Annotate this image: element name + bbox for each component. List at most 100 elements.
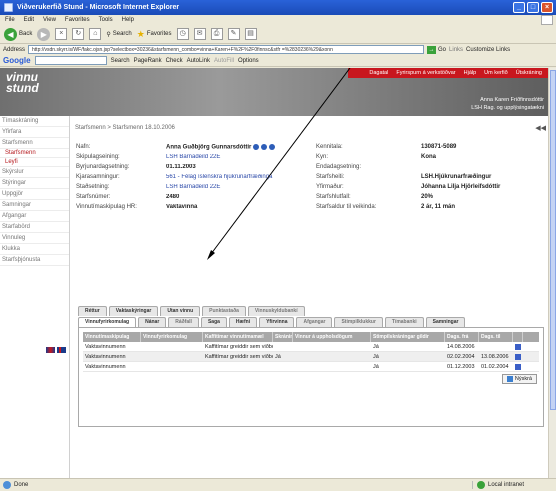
info-row: Vinnutímaskipulag HR: Vaktavinna Starfsa…	[76, 204, 456, 210]
folder-icon[interactable]: ▤	[244, 28, 257, 40]
main-content: Starfsmenn > Starfsmenn 18.10.2006 ◀◀ Na…	[72, 116, 548, 478]
window-title: Viðverukerfið Stund - Microsoft Internet…	[17, 4, 180, 11]
tab-yfirvinna[interactable]: Yfirvinna	[259, 317, 295, 327]
autofill-button[interactable]: AutoFill	[214, 58, 234, 64]
sidebar-item-samningar[interactable]: Samningar	[0, 200, 69, 211]
history-icon[interactable]: ◷	[176, 28, 189, 40]
tab-vinnufyrirkomulag[interactable]: Vinnufyrirkomulag	[78, 317, 137, 327]
sidebar-subitem-leyfi[interactable]: Leyfi	[0, 158, 69, 167]
nav-dagatal[interactable]: Dagatal	[369, 70, 388, 76]
english-flag-icon[interactable]	[46, 347, 55, 353]
menu-edit[interactable]: Edit	[24, 17, 34, 23]
tab-vinnuskyldubanki[interactable]: Vinnuskyldubankí	[247, 306, 305, 316]
nav-fyrirspurn[interactable]: Fyrirspurn á verkstöðvar	[396, 70, 455, 76]
sidebar-item-styringar[interactable]: Stýringar	[0, 178, 69, 189]
print-icon[interactable]: ⎙	[210, 28, 223, 40]
tab-vaktaskyringar[interactable]: Vaktaskýringar	[108, 306, 159, 316]
menu-tools[interactable]: Tools	[99, 17, 113, 23]
sidebar-item-skyrslur[interactable]: Skýrslur	[0, 167, 69, 178]
tab-samningar[interactable]: Samningar	[425, 317, 466, 327]
contract-link[interactable]: 561 - Félag íslenskra hjúkrunarfræðinga	[166, 174, 316, 180]
web-page: vinnu stund Dagatal Fyrirspurn á verkstö…	[0, 68, 548, 478]
add-new-button[interactable]: Nýskrá	[501, 374, 537, 384]
go-button[interactable]: → Go	[427, 45, 446, 54]
browser-toolbar: ◀ Back ▶ × ↻ ⌂ ⚲ Search ★ Favorites ◷ ✉ …	[0, 25, 556, 44]
vertical-scrollbar[interactable]	[548, 68, 556, 478]
info-icon[interactable]	[261, 143, 268, 150]
menu-favorites[interactable]: Favorites	[65, 17, 90, 23]
user-org: LSH Rag. og upplýsingatækni	[471, 105, 544, 111]
location-link[interactable]: LSH Barnadeild 22E	[166, 184, 316, 190]
info-icon[interactable]	[253, 143, 260, 150]
user-info: Anna Karen Friðfinnsdóttir LSH Rag. og u…	[471, 96, 544, 112]
edit-icon[interactable]: ✎	[227, 28, 240, 40]
tab-radfall[interactable]: Ráðfall	[168, 317, 199, 327]
edit-icon[interactable]	[515, 344, 521, 350]
google-search-button[interactable]: Search	[111, 58, 130, 64]
table-row[interactable]: Vaktavinnumenn Kaffitímar greiddir sem vi…	[83, 352, 539, 362]
employee-info: Nafn: Anna Guðbjörg Gunnarsdóttir Kennit…	[76, 142, 546, 212]
maximize-button[interactable]: □	[527, 2, 539, 13]
vinnustund-logo[interactable]: vinnu stund	[6, 71, 39, 94]
info-icon[interactable]	[269, 143, 276, 150]
sidebar: Tímaskráning Yfirfara Starfsmenn Starfsm…	[0, 116, 70, 478]
search-button[interactable]: ⚲ Search	[106, 31, 131, 38]
top-nav: Dagatal Fyrirspurn á verkstöðvar Hjálp U…	[348, 68, 548, 78]
tab-punktastada[interactable]: Punktastaða	[202, 306, 246, 316]
sidebar-item-starfsthjonusta[interactable]: Starfsþjónusta	[0, 255, 69, 266]
home-icon[interactable]: ⌂	[89, 28, 102, 40]
employee-name: Anna Guðbjörg Gunnarsdóttir	[166, 143, 316, 150]
tab-utan-vinnu[interactable]: Utan vinnu	[160, 306, 201, 316]
sidebar-item-starfsmenn[interactable]: Starfsmenn	[0, 138, 69, 149]
nav-hjalp[interactable]: Hjálp	[464, 70, 477, 76]
address-input[interactable]: http://vsdn.skyrr.is/WF/fakc.ojsn.jsp?se…	[28, 45, 425, 54]
tab-afgangar[interactable]: Afgangar	[296, 317, 333, 327]
minimize-button[interactable]: _	[513, 2, 525, 13]
tab-stimpilklukkur[interactable]: Stimpilklukkur	[334, 317, 383, 327]
address-label: Address	[3, 46, 26, 53]
sidebar-item-yfirfara[interactable]: Yfirfara	[0, 127, 69, 138]
prev-next-arrows-icon[interactable]: ◀◀	[535, 124, 546, 132]
menu-help[interactable]: Help	[122, 17, 134, 23]
back-button[interactable]: ◀ Back	[4, 27, 32, 41]
language-flags	[46, 347, 66, 353]
check-button[interactable]: Check	[166, 58, 183, 64]
favorites-button[interactable]: ★ Favorites	[137, 29, 172, 40]
plus-icon	[506, 376, 513, 382]
google-search-input[interactable]	[34, 56, 107, 65]
nav-um-kerfid[interactable]: Um kerfið	[484, 70, 508, 76]
table-row[interactable]: Vaktavinnumenn Já 01.12.2003 01.02.2004	[83, 362, 539, 372]
sidebar-item-uppgjor[interactable]: Uppgjör	[0, 189, 69, 200]
refresh-icon[interactable]: ↻	[72, 28, 85, 40]
tab-haefni[interactable]: Hæfni	[228, 317, 258, 327]
scrollbar-thumb[interactable]	[550, 70, 556, 410]
menu-file[interactable]: File	[5, 17, 15, 23]
info-row: Nafn: Anna Guðbjörg Gunnarsdóttir Kennit…	[76, 143, 457, 151]
mail-icon[interactable]: ✉	[193, 28, 206, 40]
tab-rettur[interactable]: Réttur	[78, 306, 107, 316]
edit-icon[interactable]	[515, 354, 521, 360]
links-label[interactable]: Links	[449, 47, 463, 53]
close-button[interactable]: ×	[541, 2, 553, 13]
nav-utskraning[interactable]: Útskráning	[516, 70, 542, 76]
forward-button[interactable]: ▶	[37, 27, 51, 41]
table-row[interactable]: Vaktavinnumenn Kaffitímar greiddir sem vi…	[83, 342, 539, 352]
pagerank-indicator[interactable]: PageRank	[134, 58, 162, 64]
tab-timabanki[interactable]: Tímabanki	[384, 317, 424, 327]
sidebar-item-starfabord[interactable]: Starfabörd	[0, 222, 69, 233]
sidebar-subitem-starfsmenn[interactable]: Starfsmenn	[0, 149, 69, 158]
sidebar-item-vinnuleg[interactable]: Vinnuleg	[0, 233, 69, 244]
edit-icon[interactable]	[515, 364, 521, 370]
menu-view[interactable]: View	[43, 17, 56, 23]
tab-saga[interactable]: Saga	[200, 317, 227, 327]
stop-icon[interactable]: ×	[55, 28, 68, 40]
org-unit-link[interactable]: LSH Barnadeild 22E	[166, 154, 316, 160]
sidebar-item-afgangar[interactable]: Afgangar	[0, 211, 69, 222]
tab-nanar[interactable]: Nánar	[138, 317, 167, 327]
autolink-button[interactable]: AutoLink	[187, 58, 210, 64]
icelandic-flag-icon[interactable]	[57, 347, 66, 353]
options-button[interactable]: Options	[238, 58, 259, 64]
sidebar-item-klukka[interactable]: Klukka	[0, 244, 69, 255]
sidebar-item-timaskraning[interactable]: Tímaskráning	[0, 116, 69, 127]
customize-links[interactable]: Customize Links	[466, 47, 510, 53]
